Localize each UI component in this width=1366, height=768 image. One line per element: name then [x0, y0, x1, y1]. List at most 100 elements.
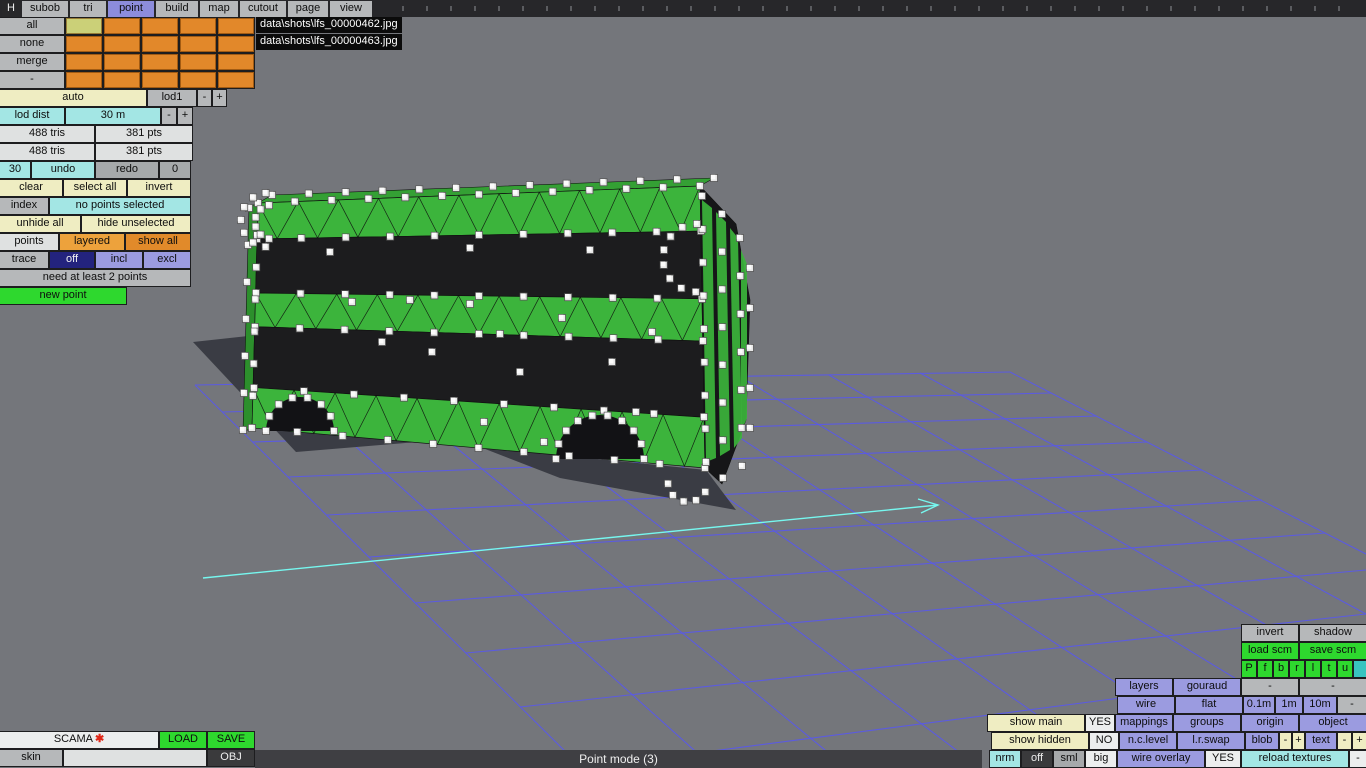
save-button[interactable]: SAVE: [208, 732, 254, 748]
select-none-button[interactable]: none: [0, 36, 64, 52]
palette-swatch[interactable]: [180, 36, 216, 52]
view-f-button[interactable]: f: [1258, 661, 1272, 677]
view-r-button[interactable]: r: [1290, 661, 1304, 677]
palette-swatch[interactable]: [218, 18, 254, 34]
invert-button[interactable]: invert: [1242, 625, 1298, 641]
nrm-big-button[interactable]: big: [1086, 751, 1116, 767]
view-u-button[interactable]: u: [1338, 661, 1352, 677]
skin-name-field[interactable]: [64, 750, 206, 766]
palette-swatch[interactable]: [66, 72, 102, 88]
select-all-points-button[interactable]: select all: [64, 180, 126, 196]
menu-h[interactable]: H: [2, 1, 20, 17]
trace-label[interactable]: trace: [0, 252, 48, 268]
palette-swatch[interactable]: [142, 54, 178, 70]
nrm-off-button[interactable]: off: [1022, 751, 1052, 767]
clear-button[interactable]: clear: [0, 180, 62, 196]
lod-minus-button[interactable]: -: [198, 90, 211, 106]
redo-button[interactable]: redo: [96, 162, 158, 178]
view-t-button[interactable]: t: [1322, 661, 1336, 677]
menu-subob[interactable]: subob: [22, 1, 68, 17]
lod1-button[interactable]: lod1: [148, 90, 196, 106]
palette-swatch[interactable]: [104, 72, 140, 88]
palette-swatch[interactable]: [104, 54, 140, 70]
palette-swatch[interactable]: [142, 36, 178, 52]
menu-point[interactable]: point: [108, 1, 154, 17]
show-hidden-label[interactable]: show hidden: [992, 733, 1088, 749]
view-p-button[interactable]: P: [1242, 661, 1256, 677]
palette-swatch[interactable]: [218, 36, 254, 52]
index-button[interactable]: index: [0, 198, 48, 214]
hide-unselected-button[interactable]: hide unselected: [82, 216, 190, 232]
palette-swatch[interactable]: [180, 72, 216, 88]
option-minus-1-button[interactable]: -: [1242, 679, 1298, 695]
select-all-subob-button[interactable]: all: [0, 18, 64, 34]
save-scm-button[interactable]: save scm: [1300, 643, 1366, 659]
palette-swatch[interactable]: [66, 18, 102, 34]
shot-file-2[interactable]: data\shots\lfs_00000463.jpg: [256, 34, 402, 50]
subob-minus-button[interactable]: -: [0, 72, 64, 88]
menu-view[interactable]: view: [330, 1, 372, 17]
invert-selection-button[interactable]: invert: [128, 180, 190, 196]
palette-swatch[interactable]: [142, 18, 178, 34]
wire-button[interactable]: wire: [1118, 697, 1174, 713]
groups-button[interactable]: groups: [1174, 715, 1240, 731]
palette-swatch[interactable]: [66, 36, 102, 52]
text-button[interactable]: text: [1306, 733, 1336, 749]
lr-swap-button[interactable]: l.r.swap: [1178, 733, 1244, 749]
load-scm-button[interactable]: load scm: [1242, 643, 1298, 659]
palette-swatch[interactable]: [66, 54, 102, 70]
merge-button[interactable]: merge: [0, 54, 64, 70]
layered-button[interactable]: layered: [60, 234, 124, 250]
lod-dist-value[interactable]: 30 m: [66, 108, 160, 124]
menu-build[interactable]: build: [156, 1, 198, 17]
palette-swatch[interactable]: [180, 54, 216, 70]
palette-swatch[interactable]: [180, 18, 216, 34]
grid-off-button[interactable]: -: [1338, 697, 1366, 713]
show-all-button[interactable]: show all: [126, 234, 190, 250]
undo-button[interactable]: undo: [32, 162, 94, 178]
blob-minus-button[interactable]: -: [1280, 733, 1291, 749]
menu-map[interactable]: map: [200, 1, 238, 17]
nrm-sml-button[interactable]: sml: [1054, 751, 1084, 767]
view-b-button[interactable]: b: [1274, 661, 1288, 677]
trace-off-button[interactable]: off: [50, 252, 94, 268]
trace-excl-button[interactable]: excl: [144, 252, 190, 268]
color-swatch-button[interactable]: [1354, 661, 1366, 677]
grid-01m-button[interactable]: 0.1m: [1244, 697, 1274, 713]
gouraud-button[interactable]: gouraud: [1174, 679, 1240, 695]
trace-incl-button[interactable]: incl: [96, 252, 142, 268]
mappings-button[interactable]: mappings: [1116, 715, 1172, 731]
text-plus-button[interactable]: +: [1353, 733, 1366, 749]
lod-dist-plus-button[interactable]: +: [178, 108, 192, 124]
nc-level-button[interactable]: n.c.level: [1120, 733, 1176, 749]
flat-button[interactable]: flat: [1176, 697, 1242, 713]
menu-page[interactable]: page: [288, 1, 328, 17]
palette-swatch[interactable]: [142, 72, 178, 88]
misc-minus-button[interactable]: -: [1350, 751, 1366, 767]
palette-swatch[interactable]: [104, 36, 140, 52]
palette-swatch[interactable]: [218, 54, 254, 70]
object-button[interactable]: object: [1300, 715, 1366, 731]
show-main-toggle[interactable]: YES: [1086, 715, 1114, 731]
unhide-all-button[interactable]: unhide all: [0, 216, 80, 232]
skin-button[interactable]: skin: [0, 750, 62, 766]
lod-plus-button[interactable]: +: [213, 90, 226, 106]
blob-plus-button[interactable]: +: [1293, 733, 1304, 749]
project-name-button[interactable]: SCAMA ✱: [0, 732, 158, 748]
shot-file-1[interactable]: data\shots\lfs_00000462.jpg: [256, 17, 402, 33]
option-minus-2-button[interactable]: -: [1300, 679, 1366, 695]
blob-button[interactable]: blob: [1246, 733, 1278, 749]
grid-10m-button[interactable]: 10m: [1304, 697, 1336, 713]
show-hidden-toggle[interactable]: NO: [1090, 733, 1118, 749]
points-mode-button[interactable]: points: [0, 234, 58, 250]
nrm-button[interactable]: nrm: [990, 751, 1020, 767]
menu-cutout[interactable]: cutout: [240, 1, 286, 17]
load-button[interactable]: LOAD: [160, 732, 206, 748]
text-minus-button[interactable]: -: [1338, 733, 1351, 749]
obj-button[interactable]: OBJ: [208, 750, 254, 766]
wire-overlay-button[interactable]: wire overlay: [1118, 751, 1204, 767]
lod-auto-button[interactable]: auto: [0, 90, 146, 106]
view-l-button[interactable]: l: [1306, 661, 1320, 677]
wire-overlay-toggle[interactable]: YES: [1206, 751, 1240, 767]
new-point-button[interactable]: new point: [0, 288, 126, 304]
